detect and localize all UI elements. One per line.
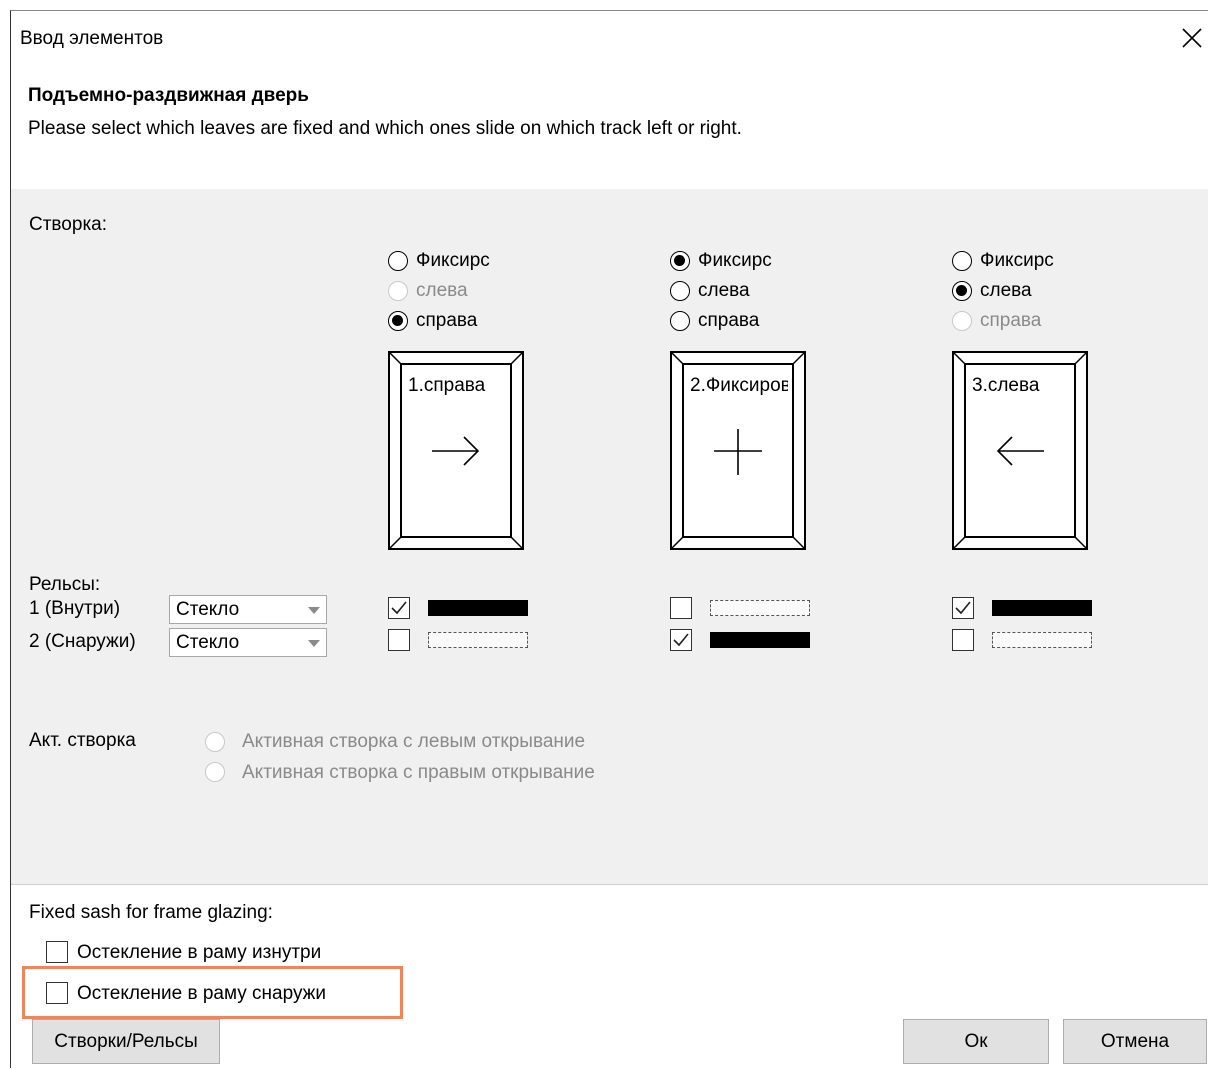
active-sash-label: Акт. створка: [29, 730, 136, 751]
sash-2-option-radio-1[interactable]: [670, 251, 690, 271]
sash-3-rail-1-checkbox[interactable]: [952, 597, 974, 619]
active-sash-right-radio[interactable]: [205, 762, 225, 782]
rail-2-label: 2 (Снаружи): [29, 631, 136, 652]
glazing-outside-label: Остекление в раму снаружи: [77, 983, 326, 1004]
sash-section-label: Створка:: [29, 214, 108, 235]
radio-selected-dot: [956, 285, 967, 296]
sash-3-option-label-2: слева: [980, 280, 1032, 301]
sash-1-option-label-1: Фиксирс: [416, 250, 490, 271]
sash-3-rail-2-inactive-track: [992, 632, 1092, 648]
sash-1-rail-2-checkbox[interactable]: [388, 629, 410, 651]
sash-1-option-radio-3[interactable]: [388, 311, 408, 331]
active-sash-right-label: Активная створка с правым открывание: [242, 762, 595, 783]
sash-3-option-radio-3[interactable]: [952, 311, 972, 331]
sash-2-rail-2-checkbox[interactable]: [670, 629, 692, 651]
sash-3-option-label-3: справа: [980, 310, 1042, 331]
glazing-inside-checkbox[interactable]: [46, 941, 68, 963]
checkmark-icon: [391, 601, 407, 615]
checkmark-icon: [673, 633, 689, 647]
sash-1-option-label-2: слева: [416, 280, 468, 301]
sash-2-option-radio-2[interactable]: [670, 281, 690, 301]
sash-1-option-radio-2[interactable]: [388, 281, 408, 301]
sash-2-option-label-1: Фиксирс: [698, 250, 772, 271]
dialog-heading: Подъемно-раздвижная дверь: [28, 85, 309, 106]
sash-2-rail-1-inactive-track: [710, 600, 810, 616]
cancel-button[interactable]: Отмена: [1063, 1019, 1207, 1064]
radio-selected-dot: [392, 315, 403, 326]
sash-3-leaf-preview[interactable]: 3.слева: [952, 351, 1088, 550]
ok-button[interactable]: Ок: [903, 1019, 1049, 1064]
sash-1-rail-1-checkbox[interactable]: [388, 597, 410, 619]
sash-1-option-radio-1[interactable]: [388, 251, 408, 271]
sash-2-option-label-3: справа: [698, 310, 760, 331]
glazing-outside-checkbox[interactable]: [46, 982, 68, 1004]
sash-1-rail-1-active-track: [428, 600, 528, 616]
checkmark-icon: [955, 601, 971, 615]
rails-label: Рельсы:: [29, 574, 101, 595]
sash-2-leaf-preview[interactable]: 2.Фиксиров: [670, 351, 806, 550]
sash-1-rail-2-inactive-track: [428, 632, 528, 648]
rail-2-material-value: Стекло: [176, 632, 240, 653]
sash-2-option-radio-3[interactable]: [670, 311, 690, 331]
chevron-down-icon: [308, 640, 320, 647]
fixed-glazing-label: Fixed sash for frame glazing:: [29, 902, 273, 923]
sash-1-option-label-3: справа: [416, 310, 478, 331]
close-icon[interactable]: [1180, 26, 1204, 50]
active-sash-left-radio[interactable]: [205, 732, 225, 752]
dialog-title: Ввод элементов: [20, 28, 164, 49]
rail-1-material-select[interactable]: Стекло: [169, 595, 327, 624]
sash-3-rail-2-checkbox[interactable]: [952, 629, 974, 651]
chevron-down-icon: [308, 607, 320, 614]
sashes-rails-button[interactable]: Створки/Рельсы: [32, 1019, 220, 1064]
sash-3-option-radio-2[interactable]: [952, 281, 972, 301]
sash-1-leaf-label: 1.справа: [408, 375, 486, 396]
sash-2-option-label-2: слева: [698, 280, 750, 301]
sash-3-option-radio-1[interactable]: [952, 251, 972, 271]
dialog-description: Please select which leaves are fixed and…: [28, 118, 742, 139]
active-sash-left-label: Активная створка с левым открывание: [242, 731, 586, 752]
sash-2-leaf-label: 2.Фиксиров: [690, 375, 788, 396]
sash-2-rail-1-checkbox[interactable]: [670, 597, 692, 619]
rail-1-material-value: Стекло: [176, 599, 240, 620]
sash-1-leaf-preview[interactable]: 1.справа: [388, 351, 524, 550]
sash-2-rail-2-active-track: [710, 632, 810, 648]
glazing-inside-label: Остекление в раму изнутри: [77, 942, 322, 963]
sash-3-option-label-1: Фиксирс: [980, 250, 1054, 271]
rail-2-material-select[interactable]: Стекло: [169, 628, 327, 657]
rail-1-label: 1 (Внутри): [29, 598, 121, 619]
radio-selected-dot: [674, 255, 685, 266]
sash-3-leaf-label: 3.слева: [972, 375, 1040, 396]
sash-3-rail-1-active-track: [992, 600, 1092, 616]
